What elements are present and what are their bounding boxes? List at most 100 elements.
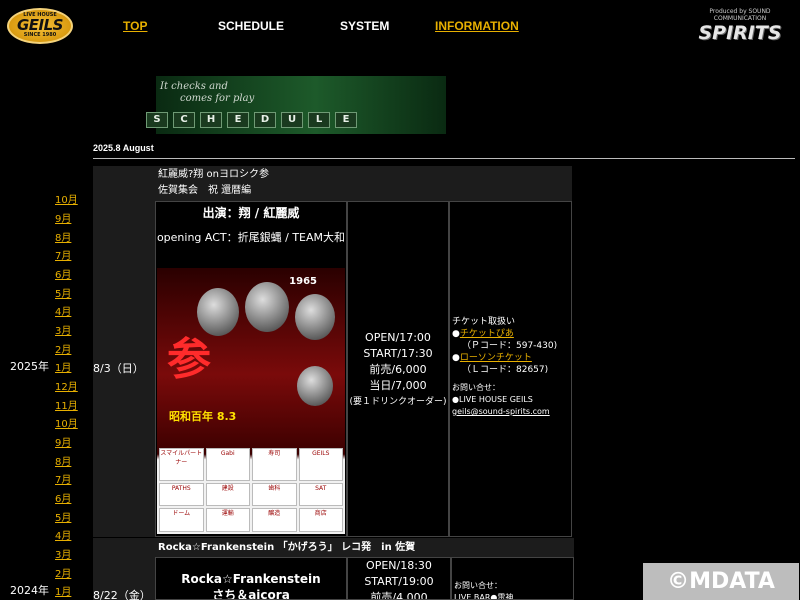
banner-line1: It checks and [160, 81, 228, 92]
lawson-code: （Ｌコード：82657) [462, 365, 549, 375]
month-link-2025-7[interactable]: 7月 [55, 247, 71, 262]
event2-performer1: Rocka☆Frankenstein [181, 572, 321, 586]
ticket-lawson-link[interactable]: ローソンチケット [460, 353, 532, 363]
month-link-2024-1[interactable]: 1月 [55, 583, 71, 598]
event1-title-spacer [93, 166, 155, 201]
event2-date: 8/22（金） [93, 589, 151, 600]
event1-date-cell: 8/3（日） [93, 201, 155, 537]
nav-schedule[interactable]: SCHEDULE [218, 19, 284, 33]
month-link-2024-10[interactable]: 10月 [55, 415, 78, 430]
event2-start: START/19:00 [364, 575, 434, 588]
flyer-sponsor-grid: スマイルパートナー Gabi 寿司 GEILS PATHS 建設 歯科 SAT … [159, 448, 343, 532]
event1-door: 当日/7,000 [369, 379, 427, 392]
month-link-2025-10[interactable]: 10月 [55, 191, 78, 206]
banner-letter: L [308, 112, 330, 128]
month-link-2025-4[interactable]: 4月 [55, 303, 71, 318]
month-link-2025-3[interactable]: 3月 [55, 322, 71, 337]
banner-letter: S [146, 112, 168, 128]
spirits-logo[interactable]: Produced by SOUND COMMUNICATION SPIRITS [694, 8, 786, 44]
event1-title-line2: 佐賀集会 祝 還暦編 [158, 185, 252, 196]
month-link-2025-8[interactable]: 8月 [55, 229, 71, 244]
event2-performer2: さち＆aicora [212, 588, 290, 600]
month-link-2025-5[interactable]: 5月 [55, 285, 71, 300]
event2-date-cell: 8/22（金） [93, 557, 155, 600]
event1-flyer-image: 1965 参 昭和百年 8.3 スマイルパートナー Gabi 寿司 GEILS … [157, 268, 345, 534]
banner-letter: U [281, 112, 303, 128]
event2-title-spacer [93, 538, 155, 557]
event2-contact-heading: お問い合せ： [454, 581, 502, 590]
event1-advance: 前売/6,000 [369, 363, 427, 376]
event1-ticket-cell: チケット取扱い ●チケットぴあ （Ｐコード：597-430) ●ローソンチケット… [449, 201, 572, 537]
flyer-year: 1965 [289, 276, 317, 287]
month-link-2024-11[interactable]: 11月 [55, 397, 78, 412]
flyer-face [297, 366, 333, 406]
ticket-heading: チケット取扱い [452, 317, 516, 327]
month-link-2025-6[interactable]: 6月 [55, 266, 71, 281]
event1-start: START/17:30 [363, 347, 433, 360]
event1-opening-act: opening ACT：折尾銀蝿 / TEAM大和 [156, 231, 346, 244]
contact-email-link[interactable]: geils@sound-spirits.com [452, 407, 550, 416]
banner-line2: comes for play [180, 93, 255, 104]
event2-title: Rocka☆Frankenstein 「かげろう」 レコ発 in 佐賀 [155, 538, 574, 557]
month-link-2024-5[interactable]: 5月 [55, 509, 71, 524]
event2-contact-venue: LIVE BAR●雷神 [454, 593, 514, 600]
flyer-face [245, 282, 289, 332]
month-link-2024-8[interactable]: 8月 [55, 453, 71, 468]
event2-open: OPEN/18:30 [366, 559, 432, 572]
geils-logo[interactable]: LIVE HOUSE GEILS SINCE 1980 [7, 8, 73, 44]
event1-title: 紅麗威?翔 onヨロシク参 佐賀集会 祝 還暦編 [155, 166, 572, 201]
nav-system[interactable]: SYSTEM [340, 19, 389, 33]
pia-code: （Ｐコード：597-430) [462, 341, 558, 351]
nav-information[interactable]: INFORMATION [435, 19, 519, 33]
ticket-pia-link[interactable]: チケットぴあ [460, 329, 514, 339]
sponsor-box: SAT [298, 482, 343, 507]
event1-title-line1: 紅麗威?翔 onヨロシク参 [158, 169, 269, 180]
event1-drink: (要１ドリンクオーダー) [349, 397, 447, 407]
sponsor-box: PATHS [159, 482, 204, 507]
flyer-date: 昭和百年 8.3 [169, 410, 237, 423]
month-link-2024-6[interactable]: 6月 [55, 490, 71, 505]
contact-heading: お問い合せ： [452, 383, 500, 392]
month-link-2025-1[interactable]: 1月 [55, 359, 71, 374]
month-link-2024-9[interactable]: 9月 [55, 434, 71, 449]
year-label-2024: 2024年 [10, 584, 49, 597]
month-link-2024-4[interactable]: 4月 [55, 527, 71, 542]
sponsor-box: GEILS [298, 448, 343, 481]
month-link-2024-7[interactable]: 7月 [55, 471, 71, 486]
sponsor-box: 寿司 [252, 448, 297, 481]
event1-date: 8/3（日） [93, 362, 144, 375]
contact-venue: ●LIVE HOUSE GEILS [452, 395, 533, 404]
sponsor-box: 建設 [205, 482, 250, 507]
event1-time-price-cell: OPEN/17:00 START/17:30 前売/6,000 当日/7,000… [347, 201, 449, 537]
month-link-2025-2[interactable]: 2月 [55, 341, 71, 356]
sponsor-box: 歯科 [252, 482, 297, 507]
event2-time-price-cell: OPEN/18:30 START/19:00 前売/4,000 [347, 557, 451, 600]
month-link-2024-2[interactable]: 2月 [55, 565, 71, 580]
banner-letter: E [335, 112, 357, 128]
flyer-kanji: 参 [167, 334, 211, 385]
event2-lineup-cell: Rocka☆Frankenstein さち＆aicora [155, 557, 347, 600]
sponsor-box: Gabi [205, 448, 250, 481]
spirits-text: SPIRITS [698, 22, 782, 44]
banner-letter: C [173, 112, 195, 128]
event2-advance: 前売/4,000 [370, 591, 428, 600]
flyer-face [295, 294, 335, 340]
logo-main-text: GEILS [16, 16, 64, 34]
event1-open: OPEN/17:00 [365, 331, 431, 344]
month-link-2024-12[interactable]: 12月 [55, 378, 78, 393]
month-link-2025-9[interactable]: 9月 [55, 210, 71, 225]
month-link-2024-3[interactable]: 3月 [55, 546, 71, 561]
month-title: 2025.8 August [93, 143, 154, 153]
mdata-watermark: ©MDATA [643, 563, 799, 600]
sponsor-box: 商店 [298, 508, 343, 532]
year-label-2025: 2025年 [10, 360, 49, 373]
schedule-banner: It checks and comes for play S C H E D U… [146, 76, 446, 134]
event1-performers: 出演：翔 / 紅麗威 [202, 206, 300, 220]
nav-top[interactable]: TOP [123, 19, 147, 33]
banner-letter: D [254, 112, 276, 128]
banner-letter: E [227, 112, 249, 128]
banner-letter: H [200, 112, 222, 128]
sponsor-box: スマイルパートナー [159, 448, 204, 481]
sponsor-box: ドーム [159, 508, 204, 532]
sponsor-box: 醸造 [252, 508, 297, 532]
